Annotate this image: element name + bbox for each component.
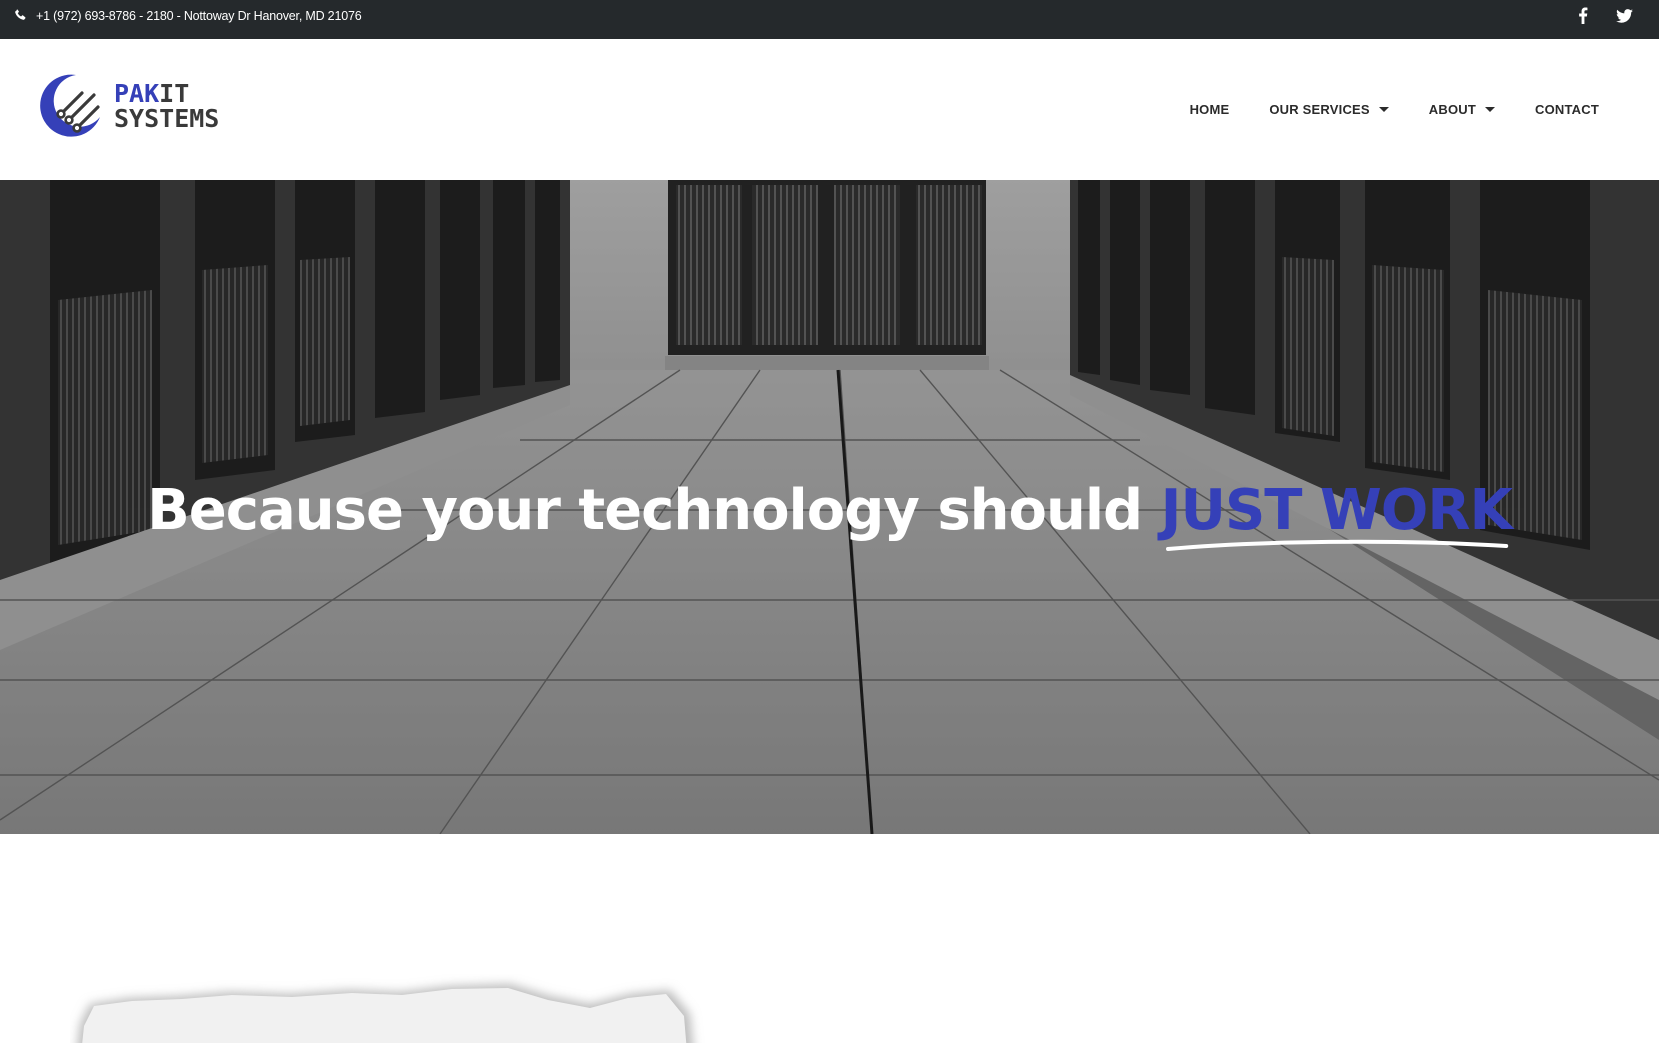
site-logo[interactable]: PAKIT SYSTEMS	[36, 71, 219, 141]
nav-contact-label: CONTACT	[1535, 102, 1599, 117]
contact-text: +1 (972) 693-8786 - 2180 - Nottoway Dr H…	[36, 8, 362, 23]
nav-our-services-label: OUR SERVICES	[1269, 102, 1370, 117]
content-section	[0, 834, 1659, 1043]
nav-about[interactable]: ABOUT	[1428, 102, 1496, 117]
nav-home[interactable]: HOME	[1190, 102, 1230, 117]
logo-text-systems: SYSTEMS	[114, 104, 220, 133]
hero-headline: Because your technology should JUST WORK	[0, 478, 1659, 551]
nav-home-label: HOME	[1189, 102, 1230, 117]
contact-info: +1 (972) 693-8786 - 2180 - Nottoway Dr H…	[14, 0, 362, 31]
torn-paper-image	[77, 984, 693, 1043]
hero-headline-main: Because your technology should	[147, 478, 1143, 543]
phone-icon	[14, 8, 27, 24]
site-header: PAKIT SYSTEMS HOME OUR SERVICES ABOUT CO…	[0, 39, 1659, 180]
nav-our-services[interactable]: OUR SERVICES	[1269, 102, 1389, 117]
hand-drawn-underline-icon	[1165, 539, 1508, 551]
top-bar: +1 (972) 693-8786 - 2180 - Nottoway Dr H…	[0, 0, 1659, 39]
caret-down-icon	[1485, 107, 1496, 112]
main-nav: HOME OUR SERVICES ABOUT CONTACT	[1190, 39, 1599, 180]
nav-about-label: ABOUT	[1428, 102, 1477, 117]
logo-text: PAKIT SYSTEMS	[114, 81, 219, 131]
caret-down-icon	[1378, 107, 1389, 112]
hero-section: Because your technology should JUST WORK	[0, 180, 1659, 834]
twitter-icon[interactable]	[1616, 8, 1633, 23]
nav-contact[interactable]: CONTACT	[1535, 102, 1599, 117]
facebook-icon[interactable]	[1578, 7, 1588, 24]
hero-headline-accent-text: JUST WORK	[1160, 478, 1513, 543]
logo-mark-icon	[40, 74, 100, 137]
hero-headline-accent: JUST WORK	[1160, 478, 1513, 551]
social-links	[1578, 0, 1633, 31]
